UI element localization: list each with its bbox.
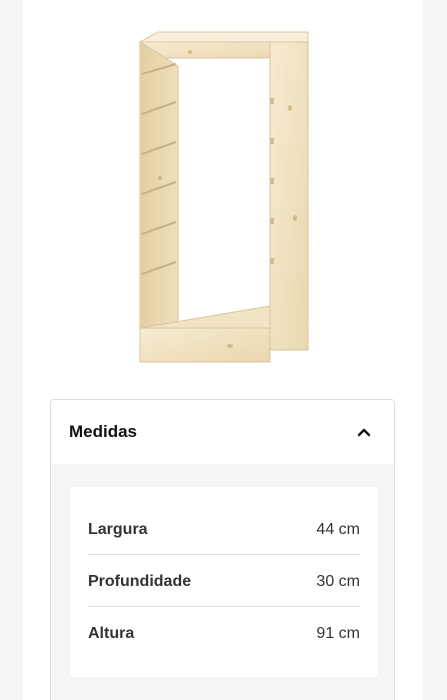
product-image	[138, 31, 309, 363]
page: Medidas Largura 44 cm Profundidade 30 cm…	[0, 0, 447, 700]
measures-accordion-body: Largura 44 cm Profundidade 30 cm Altura …	[51, 464, 394, 700]
dimension-value: 30 cm	[316, 573, 360, 590]
measures-title: Medidas	[69, 422, 138, 441]
chevron-up-icon[interactable]	[356, 424, 372, 440]
dimension-row-depth: Profundidade 30 cm	[88, 555, 360, 607]
dimension-value: 44 cm	[316, 521, 360, 538]
measures-accordion: Medidas Largura 44 cm Profundidade 30 cm…	[50, 399, 395, 700]
dimension-value: 91 cm	[316, 625, 360, 642]
dimensions-list: Largura 44 cm Profundidade 30 cm Altura …	[70, 487, 378, 677]
dimension-label: Largura	[88, 521, 148, 538]
dimension-row-height: Altura 91 cm	[88, 607, 360, 659]
dimension-label: Altura	[88, 625, 135, 642]
dimension-label: Profundidade	[88, 573, 192, 590]
measures-accordion-header[interactable]: Medidas	[51, 400, 394, 464]
dimension-row-width: Largura 44 cm	[88, 503, 360, 555]
